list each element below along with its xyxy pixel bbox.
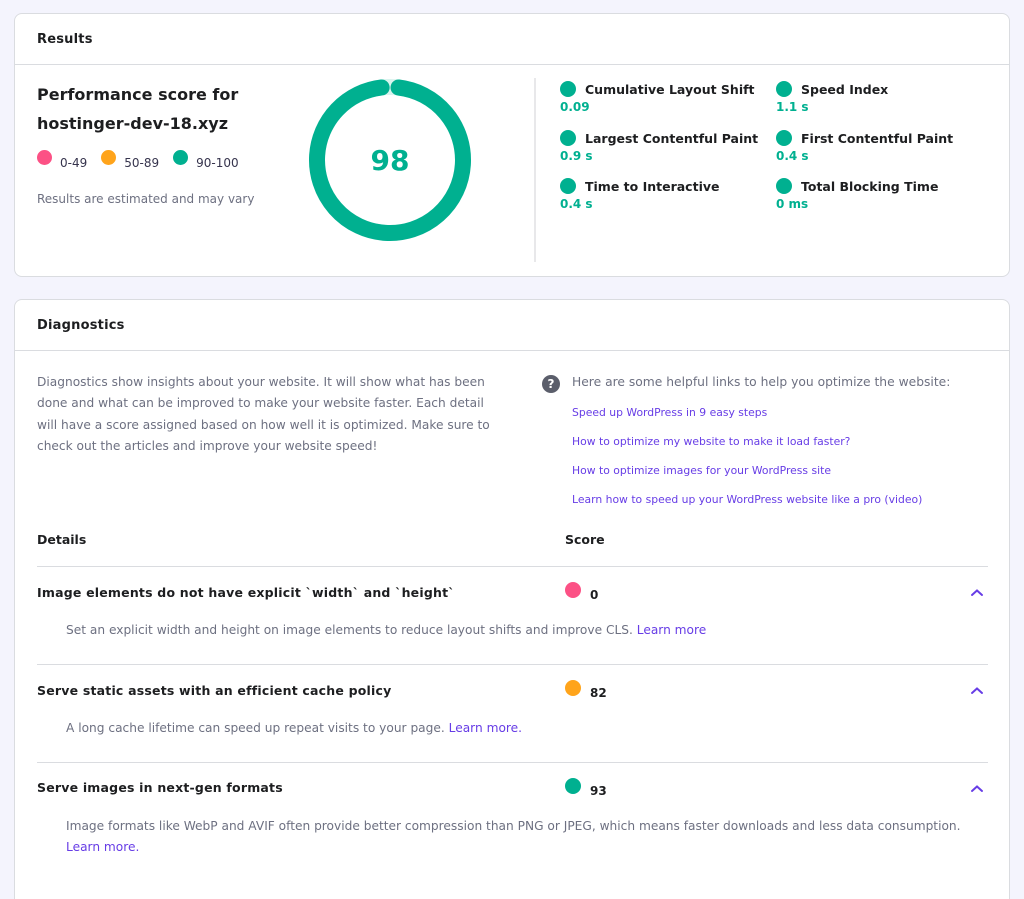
table-divider bbox=[37, 664, 988, 665]
description-text: A long cache lifetime can speed up repea… bbox=[66, 721, 445, 735]
diagnostics-card: Diagnostics Diagnostics show insights ab… bbox=[14, 299, 1010, 899]
chevron-up-icon[interactable] bbox=[969, 685, 985, 697]
estimate-note: Results are estimated and may vary bbox=[37, 192, 255, 206]
learn-more-link[interactable]: Learn more bbox=[637, 623, 707, 637]
metric-name: Time to Interactive bbox=[585, 178, 720, 194]
metric-value: 0.4 s bbox=[776, 149, 809, 163]
results-card: Results Performance score for hostinger-… bbox=[14, 13, 1010, 277]
diagnostic-item-title[interactable]: Image elements do not have explicit `wid… bbox=[37, 585, 455, 600]
metric-value: 0.09 bbox=[560, 100, 590, 114]
legend-label: 90-100 bbox=[196, 156, 239, 170]
metric-time-to-interactive: Time to Interactive 0.4 s bbox=[560, 178, 719, 211]
diagnostics-description: Diagnostics show insights about your web… bbox=[37, 375, 490, 453]
status-dot-bad-icon bbox=[565, 582, 581, 598]
diagnostic-item-title[interactable]: Serve static assets with an efficient ca… bbox=[37, 683, 391, 698]
results-divider bbox=[534, 78, 536, 262]
chevron-up-icon[interactable] bbox=[969, 587, 985, 599]
metric-value: 1.1 s bbox=[776, 100, 809, 114]
diagnostic-item-description: Image formats like WebP and AVIF often p… bbox=[66, 816, 976, 858]
column-header-score: Score bbox=[565, 532, 605, 547]
diagnostic-item-score: 82 bbox=[565, 680, 607, 700]
diagnostic-item-score: 0 bbox=[565, 582, 598, 602]
score-value: 0 bbox=[590, 588, 599, 602]
legend-item-bad: 0-49 bbox=[37, 150, 87, 170]
metric-cumulative-layout-shift: Cumulative Layout Shift 0.09 bbox=[560, 81, 755, 114]
results-header: Results bbox=[15, 14, 1009, 65]
status-dot-bad-icon bbox=[37, 150, 52, 165]
status-dot-good-icon bbox=[560, 81, 576, 97]
question-circle-icon: ? bbox=[542, 375, 560, 393]
legend-label: 50-89 bbox=[124, 156, 160, 170]
status-dot-good-icon bbox=[560, 178, 576, 194]
score-value: 82 bbox=[590, 686, 607, 700]
diagnostic-item-title[interactable]: Serve images in next-gen formats bbox=[37, 780, 283, 795]
metric-speed-index: Speed Index 1.1 s bbox=[776, 81, 888, 114]
performance-score-value: 98 bbox=[370, 143, 410, 177]
help-links-intro: Here are some helpful links to help you … bbox=[572, 375, 951, 389]
chevron-up-icon[interactable] bbox=[969, 783, 985, 795]
status-dot-good-icon bbox=[173, 150, 189, 165]
metric-largest-contentful-paint: Largest Contentful Paint 0.9 s bbox=[560, 130, 758, 163]
status-dot-good-icon bbox=[776, 178, 792, 194]
column-header-details: Details bbox=[37, 532, 87, 547]
status-dot-good-icon bbox=[560, 130, 576, 146]
diagnostics-header: Diagnostics bbox=[15, 300, 1009, 351]
metric-name: First Contentful Paint bbox=[801, 130, 954, 146]
description-text: Image formats like WebP and AVIF often p… bbox=[66, 819, 961, 833]
metric-value: 0.9 s bbox=[560, 149, 593, 163]
help-link-optimize-website[interactable]: How to optimize my website to make it lo… bbox=[572, 435, 850, 448]
diagnostic-item-description: A long cache lifetime can speed up repea… bbox=[66, 718, 976, 739]
metric-value: 0.4 s bbox=[560, 197, 593, 211]
metric-name: Total Blocking Time bbox=[801, 178, 939, 194]
performance-score-gauge: 98 bbox=[308, 78, 472, 242]
metric-value: 0 ms bbox=[776, 197, 809, 211]
metric-name: Cumulative Layout Shift bbox=[585, 81, 755, 97]
table-divider bbox=[37, 566, 988, 567]
legend-item-average: 50-89 bbox=[101, 150, 159, 170]
status-dot-average-icon bbox=[565, 680, 581, 696]
table-divider bbox=[37, 762, 988, 763]
status-dot-average-icon bbox=[101, 150, 117, 165]
diagnostic-item-description: Set an explicit width and height on imag… bbox=[66, 620, 976, 641]
legend-item-good: 90-100 bbox=[173, 150, 239, 170]
status-dot-good-icon bbox=[565, 778, 581, 794]
status-dot-good-icon bbox=[776, 130, 792, 146]
legend-label: 0-49 bbox=[60, 156, 88, 170]
score-legend: 0-49 50-89 90-100 bbox=[37, 150, 253, 170]
metric-total-blocking-time: Total Blocking Time 0 ms bbox=[776, 178, 938, 211]
learn-more-link[interactable]: Learn more. bbox=[66, 840, 139, 854]
help-link-optimize-images[interactable]: How to optimize images for your WordPres… bbox=[572, 464, 831, 477]
help-link-speed-up-video[interactable]: Learn how to speed up your WordPress web… bbox=[572, 493, 922, 506]
metric-name: Speed Index bbox=[801, 81, 889, 97]
diagnostic-item-score: 93 bbox=[565, 778, 607, 798]
status-dot-good-icon bbox=[776, 81, 792, 97]
help-link-speed-up-wordpress[interactable]: Speed up WordPress in 9 easy steps bbox=[572, 406, 767, 419]
metric-first-contentful-paint: First Contentful Paint 0.4 s bbox=[776, 130, 953, 163]
score-value: 93 bbox=[590, 784, 607, 798]
metric-name: Largest Contentful Paint bbox=[585, 130, 759, 146]
performance-title: Performance score for hostinger-dev-18.x… bbox=[37, 85, 239, 133]
description-text: Set an explicit width and height on imag… bbox=[66, 623, 633, 637]
learn-more-link[interactable]: Learn more. bbox=[449, 721, 522, 735]
